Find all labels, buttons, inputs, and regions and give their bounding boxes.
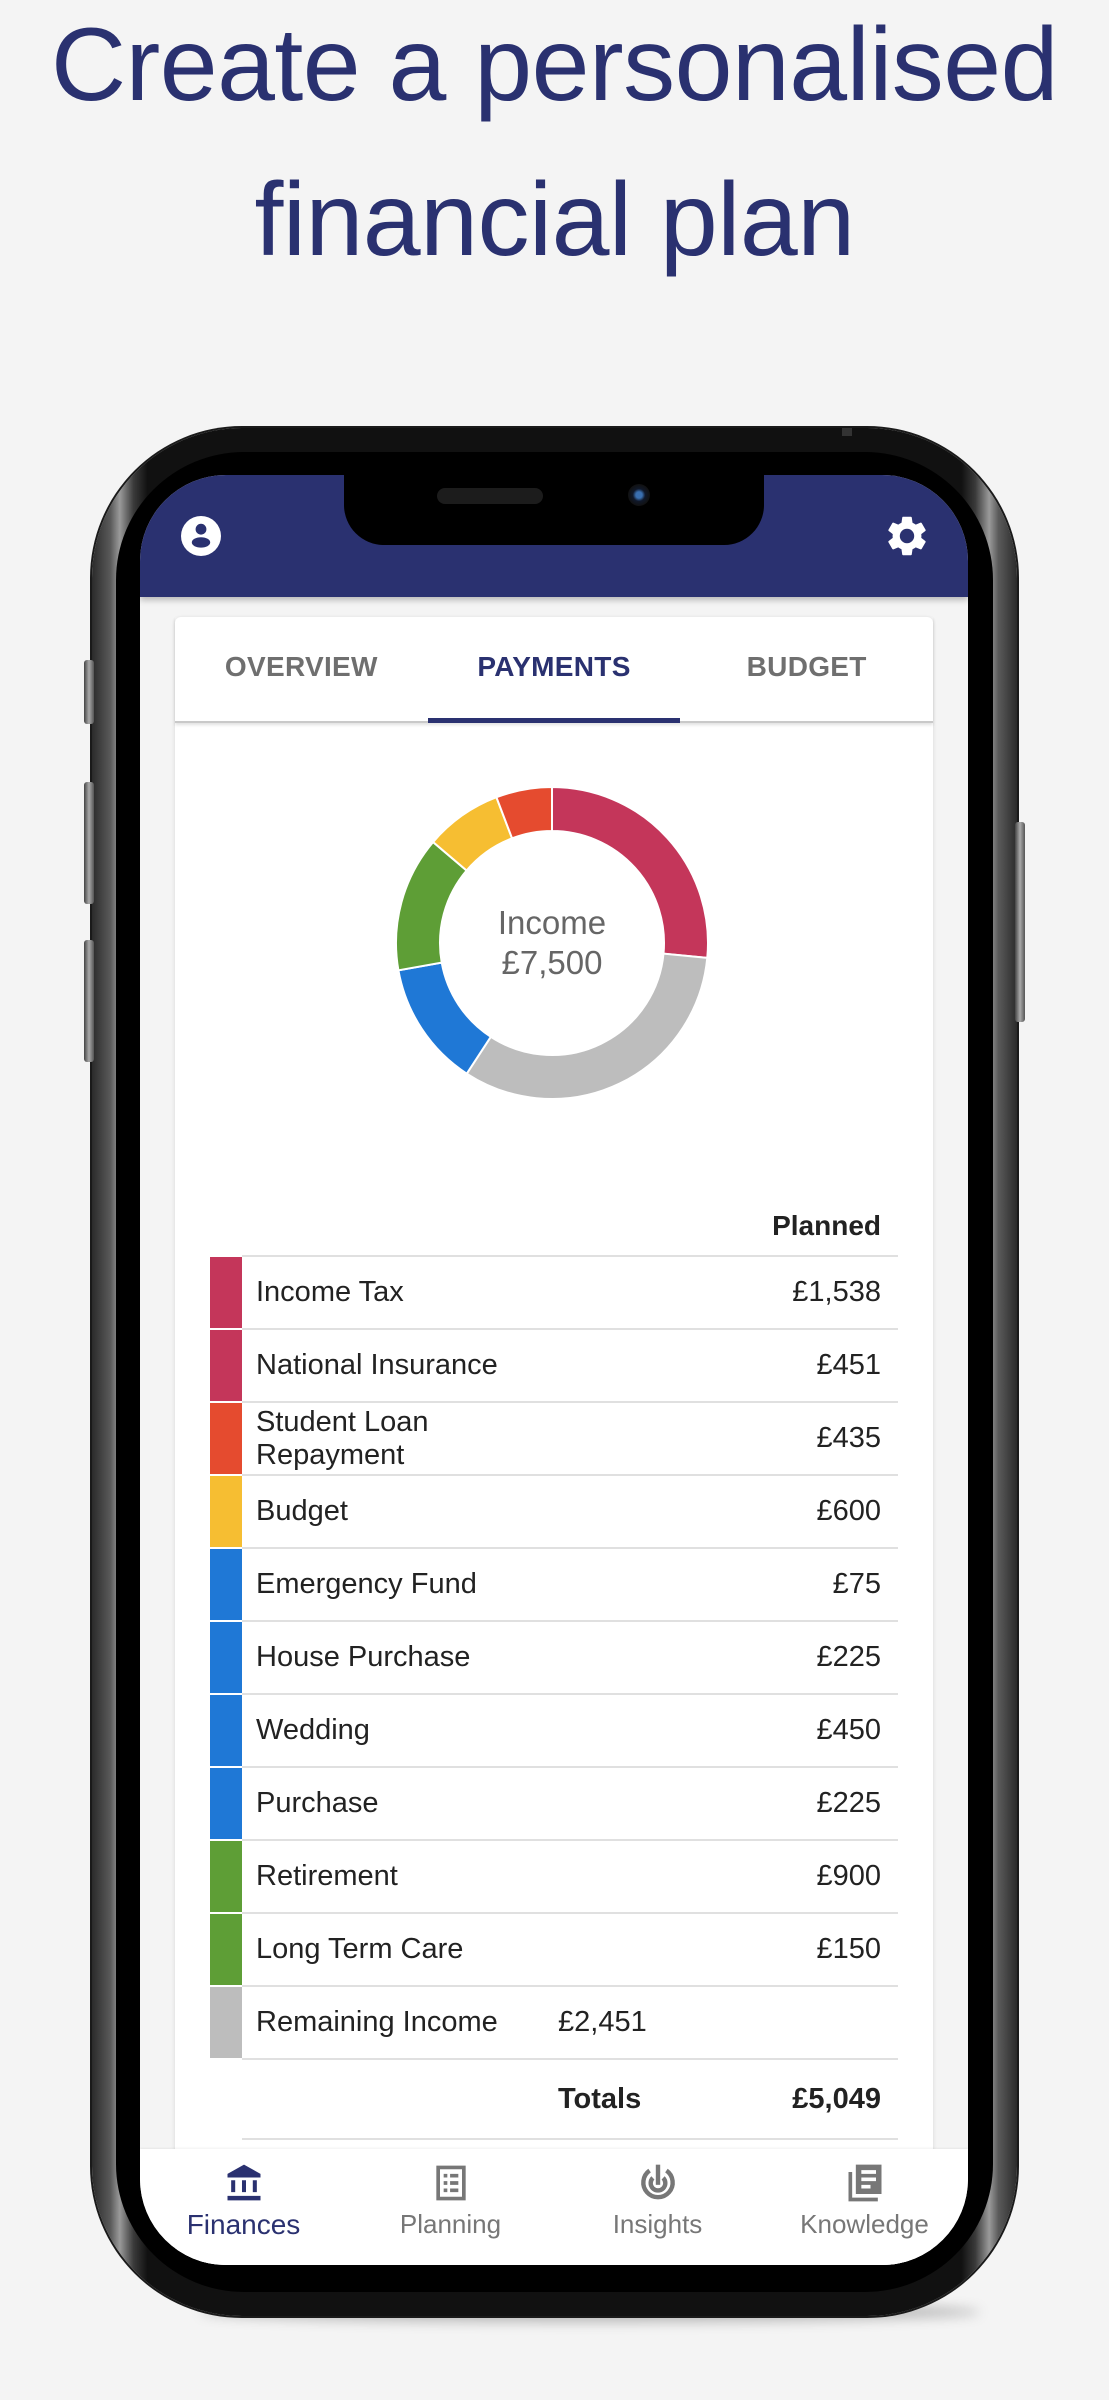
row-planned-value: £900	[816, 1860, 881, 1892]
donut-center-label: Income £7,500	[392, 783, 712, 1103]
row-label: Retirement	[256, 1860, 398, 1892]
mute-switch	[84, 660, 94, 724]
settings-button[interactable]	[882, 511, 932, 561]
antenna-band	[842, 428, 852, 436]
gear-icon	[888, 516, 926, 556]
row-color-swatch	[210, 1622, 242, 1693]
table-row[interactable]: Budget £600	[210, 1476, 898, 1549]
nav-planning[interactable]: Planning	[347, 2149, 554, 2265]
profile-button[interactable]	[176, 511, 226, 561]
row-label: Wedding	[256, 1714, 370, 1746]
row-planned-value: £451	[816, 1349, 881, 1381]
row-planned-value: £1,538	[792, 1276, 881, 1308]
table-row[interactable]: National Insurance £451	[210, 1330, 898, 1403]
front-camera	[628, 484, 650, 506]
row-cells: Retirement £900	[242, 1841, 898, 1914]
row-cells: National Insurance £451	[242, 1330, 898, 1403]
row-planned-value: £150	[816, 1933, 881, 1965]
payments-rows: Income Tax £1,538 National Insurance £451 St…	[210, 1257, 898, 1987]
row-label: Long Term Care	[256, 1933, 464, 1965]
row-planned-value: £600	[816, 1495, 881, 1527]
donut-center-title: Income	[497, 904, 607, 941]
table-row[interactable]: Retirement £900	[210, 1841, 898, 1914]
row-color-swatch	[210, 1549, 242, 1620]
nav-insights[interactable]: Insights	[554, 2149, 761, 2265]
earpiece-speaker	[437, 488, 543, 504]
row-label: Student Loan Repayment	[256, 1405, 429, 1471]
headline-line-1: Create a personalised	[50, 7, 1059, 123]
row-label: House Purchase	[256, 1641, 471, 1673]
row-cells: Budget £600	[242, 1476, 898, 1549]
volume-up-button	[84, 782, 94, 904]
tab-payments[interactable]: PAYMENTS	[427, 617, 681, 723]
row-cells: Long Term Care £150	[242, 1914, 898, 1987]
headline-line-2: financial plan	[254, 162, 855, 278]
row-label: Income Tax	[256, 1276, 404, 1308]
bank-icon	[227, 2164, 260, 2201]
table-row-remaining-income[interactable]: Remaining Income £2,451	[210, 1987, 898, 2060]
payments-card: OVERVIEW PAYMENTS BUDGET Income £7,500 P…	[175, 617, 933, 2265]
table-row[interactable]: Student Loan Repayment £435	[210, 1403, 898, 1476]
table-row[interactable]: Wedding £450	[210, 1695, 898, 1768]
donut-center-value: £7,500	[501, 944, 603, 981]
row-label: Budget	[256, 1495, 348, 1527]
library-books-icon	[848, 2164, 881, 2202]
row-label: Emergency Fund	[256, 1568, 477, 1600]
row-cells: Remaining Income £2,451	[242, 1987, 898, 2060]
volume-down-button	[84, 940, 94, 1062]
nav-label: Knowledge	[800, 2209, 929, 2239]
row-cells: Emergency Fund £75	[242, 1549, 898, 1622]
totals-value: £5,049	[792, 2082, 881, 2115]
row-cells: Purchase £225	[242, 1768, 898, 1841]
table-row[interactable]: House Purchase £225	[210, 1622, 898, 1695]
row-color-swatch	[210, 1841, 242, 1912]
tab-bar: OVERVIEW PAYMENTS BUDGET	[175, 617, 933, 723]
row-label: Remaining Income	[256, 2006, 498, 2038]
nav-label: Insights	[612, 2209, 703, 2239]
table-row[interactable]: Purchase £225	[210, 1768, 898, 1841]
row-color-swatch	[210, 1914, 242, 1985]
payments-table: Planned Income Tax £1,538 National Insuran…	[210, 1197, 898, 2140]
nav-label: Planning	[399, 2209, 502, 2239]
row-cells: Income Tax £1,538	[242, 1257, 898, 1330]
table-row[interactable]: Long Term Care £150	[210, 1914, 898, 1987]
row-label: National Insurance	[256, 1349, 498, 1381]
row-planned-value: £225	[816, 1787, 881, 1819]
nav-finances[interactable]: Finances	[140, 2149, 347, 2265]
totals-row: Totals £5,049	[242, 2060, 898, 2140]
row-planned-value: £450	[816, 1714, 881, 1746]
headline: Create a personalised financial plan	[0, 0, 1109, 278]
bottom-navigation: Finances Planning Insights Knowledge	[140, 2149, 968, 2265]
account-circle-icon	[181, 516, 221, 556]
table-row[interactable]: Income Tax £1,538	[210, 1257, 898, 1330]
row-color-swatch	[210, 1768, 242, 1839]
row-planned-value: £435	[816, 1422, 881, 1454]
totals-label: Totals	[558, 2082, 642, 2115]
nav-knowledge[interactable]: Knowledge	[761, 2149, 968, 2265]
row-color-swatch	[210, 1987, 242, 2058]
row-color-swatch	[210, 1330, 242, 1401]
row-label: Purchase	[256, 1787, 379, 1819]
row-remaining-value: £2,451	[558, 2006, 647, 2038]
power-button	[1015, 822, 1025, 1022]
tab-budget[interactable]: BUDGET	[680, 617, 933, 721]
row-color-swatch	[210, 1257, 242, 1328]
row-cells: House Purchase £225	[242, 1622, 898, 1695]
tab-overview[interactable]: OVERVIEW	[175, 617, 428, 721]
income-donut-chart: Income £7,500	[392, 783, 712, 1103]
app-screen: OVERVIEW PAYMENTS BUDGET Income £7,500 P…	[140, 475, 968, 2265]
radar-icon	[640, 2164, 675, 2200]
row-cells: Wedding £450	[242, 1695, 898, 1768]
table-row[interactable]: Emergency Fund £75	[210, 1549, 898, 1622]
row-color-swatch	[210, 1476, 242, 1547]
row-planned-value: £225	[816, 1641, 881, 1673]
nav-label: Finances	[186, 2209, 301, 2240]
notch	[344, 475, 764, 545]
column-header-planned: Planned	[242, 1197, 898, 1257]
row-color-swatch	[210, 1403, 242, 1474]
list-icon	[435, 2165, 466, 2201]
row-cells: Student Loan Repayment £435	[242, 1403, 898, 1476]
row-planned-value: £75	[832, 1568, 881, 1600]
row-color-swatch	[210, 1695, 242, 1766]
